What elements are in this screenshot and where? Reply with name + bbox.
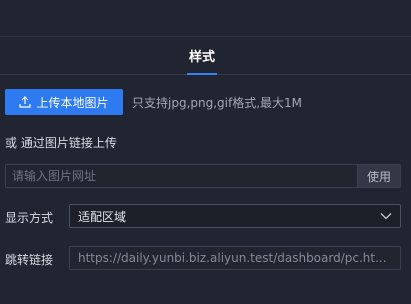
image-url-input[interactable]: [5, 164, 357, 188]
upload-row: 上传本地图片 只支持jpg,png,gif格式,最大1M: [5, 89, 302, 115]
tab-style[interactable]: 样式: [186, 46, 218, 65]
chevron-down-icon: [380, 213, 392, 220]
display-mode-select[interactable]: 适配区域: [69, 204, 401, 228]
display-mode-value: 适配区域: [78, 209, 127, 224]
jump-link-label: 跳转链接: [5, 253, 54, 267]
upload-format-hint: 只支持jpg,png,gif格式,最大1M: [132, 95, 303, 110]
tab-active-indicator: [187, 73, 217, 75]
image-url-group: 使用: [5, 164, 401, 188]
upload-icon: [19, 96, 32, 108]
link-upload-label: 或 通过图片链接上传: [5, 136, 117, 150]
display-mode-label: 显示方式: [5, 211, 54, 225]
use-url-button[interactable]: 使用: [357, 164, 401, 188]
jump-link-input[interactable]: https://daily.yunbi.biz.aliyun.test/dash…: [69, 246, 401, 270]
tab-bar: 样式: [0, 37, 411, 75]
upload-button-label: 上传本地图片: [36, 95, 109, 110]
upload-local-image-button[interactable]: 上传本地图片: [5, 89, 123, 115]
